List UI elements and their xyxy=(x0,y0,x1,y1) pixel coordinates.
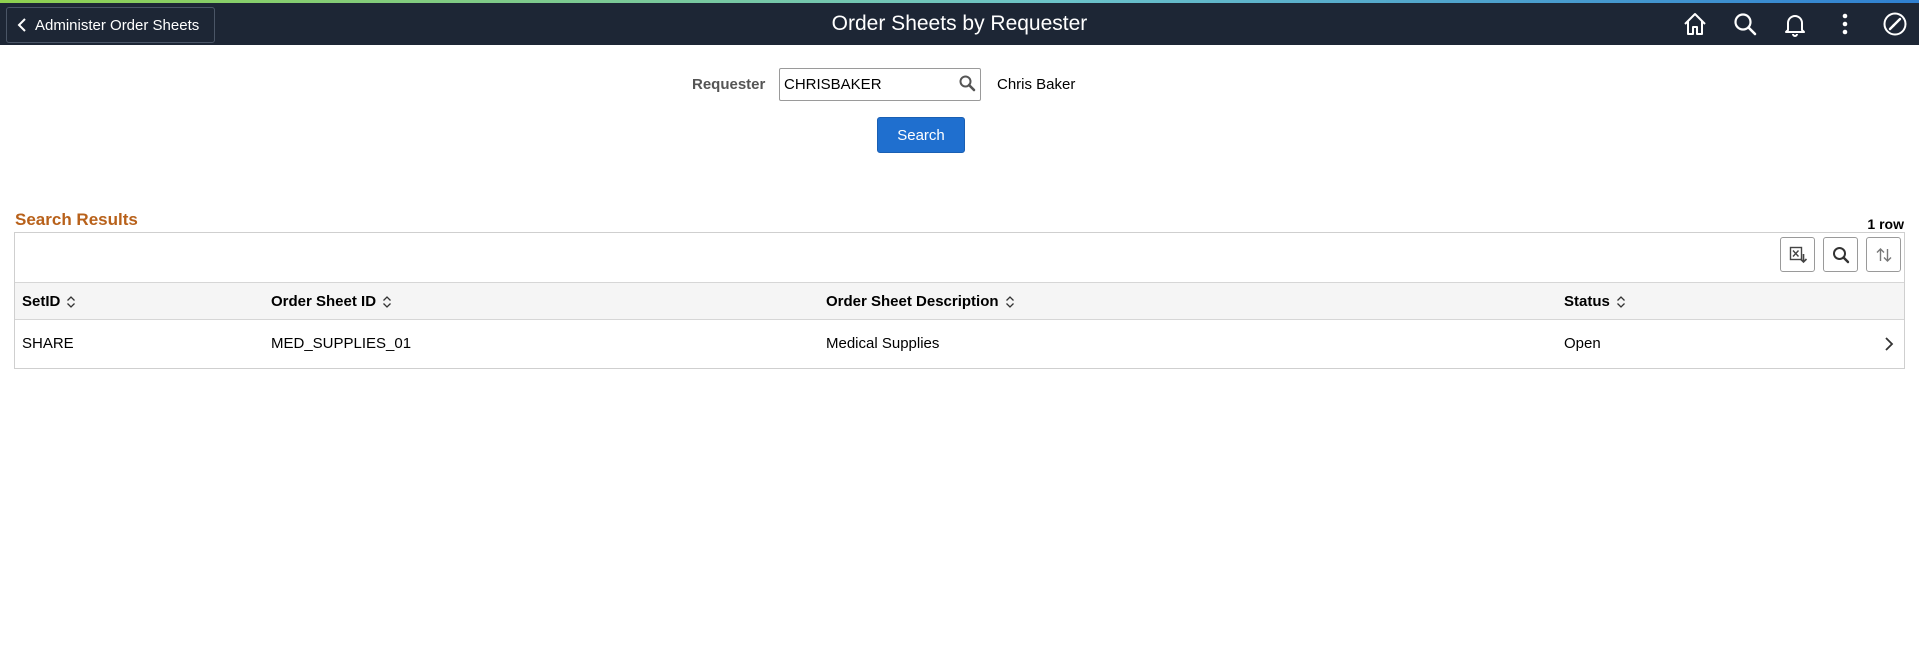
lookup-icon[interactable] xyxy=(958,74,976,92)
home-icon[interactable] xyxy=(1681,10,1709,38)
column-header-setid[interactable]: SetID xyxy=(22,293,76,310)
sort-toggle-icon xyxy=(1005,295,1014,308)
requester-label: Requester xyxy=(692,76,766,93)
column-header-label: Order Sheet Description xyxy=(826,293,999,310)
more-icon[interactable] xyxy=(1831,10,1859,38)
requester-field[interactable] xyxy=(779,68,981,101)
bell-icon[interactable] xyxy=(1781,10,1809,38)
back-button-label: Administer Order Sheets xyxy=(35,16,200,34)
sort-toggle-icon xyxy=(67,295,76,308)
grid-toolbar xyxy=(1780,237,1901,272)
column-header-label: Order Sheet ID xyxy=(271,293,377,310)
compass-icon[interactable] xyxy=(1881,10,1909,38)
sort-toggle-icon xyxy=(1616,295,1625,308)
column-header-order-sheet-id[interactable]: Order Sheet ID xyxy=(271,293,392,310)
chevron-left-icon xyxy=(17,18,26,32)
column-header-label: SetID xyxy=(22,293,61,310)
row-count: 1 row xyxy=(1867,216,1904,232)
cell-order-sheet-id: MED_SUPPLIES_01 xyxy=(271,335,412,352)
find-button[interactable] xyxy=(1823,237,1858,272)
sort-icon xyxy=(1876,247,1891,262)
requester-name: Chris Baker xyxy=(997,76,1076,93)
search-icon xyxy=(1832,246,1849,263)
cell-setid: SHARE xyxy=(22,335,74,352)
table-row[interactable]: SHARE MED_SUPPLIES_01 Medical Supplies O… xyxy=(15,320,1904,368)
top-banner: Administer Order Sheets Order Sheets by … xyxy=(0,3,1919,45)
column-header-description[interactable]: Order Sheet Description xyxy=(826,293,1015,310)
search-icon[interactable] xyxy=(1731,10,1759,38)
search-button[interactable]: Search xyxy=(877,117,965,153)
excel-download-icon xyxy=(1789,246,1807,263)
sort-button[interactable] xyxy=(1866,237,1901,272)
search-results-title: Search Results xyxy=(15,210,138,229)
column-header-status[interactable]: Status xyxy=(1564,293,1626,310)
download-to-excel-button[interactable] xyxy=(1780,237,1815,272)
grid-header-row: SetID Order Sheet ID Order Sheet Descrip… xyxy=(15,282,1904,320)
results-grid: SetID Order Sheet ID Order Sheet Descrip… xyxy=(14,232,1905,369)
cell-status: Open xyxy=(1564,335,1601,352)
requester-input[interactable] xyxy=(784,76,949,93)
cell-description: Medical Supplies xyxy=(826,335,940,352)
chevron-right-icon[interactable] xyxy=(1884,336,1894,352)
column-header-label: Status xyxy=(1564,293,1610,310)
header-actions xyxy=(1681,3,1909,45)
page-title: Order Sheets by Requester xyxy=(831,12,1088,35)
sort-toggle-icon xyxy=(383,295,391,308)
back-button[interactable]: Administer Order Sheets xyxy=(6,7,216,43)
